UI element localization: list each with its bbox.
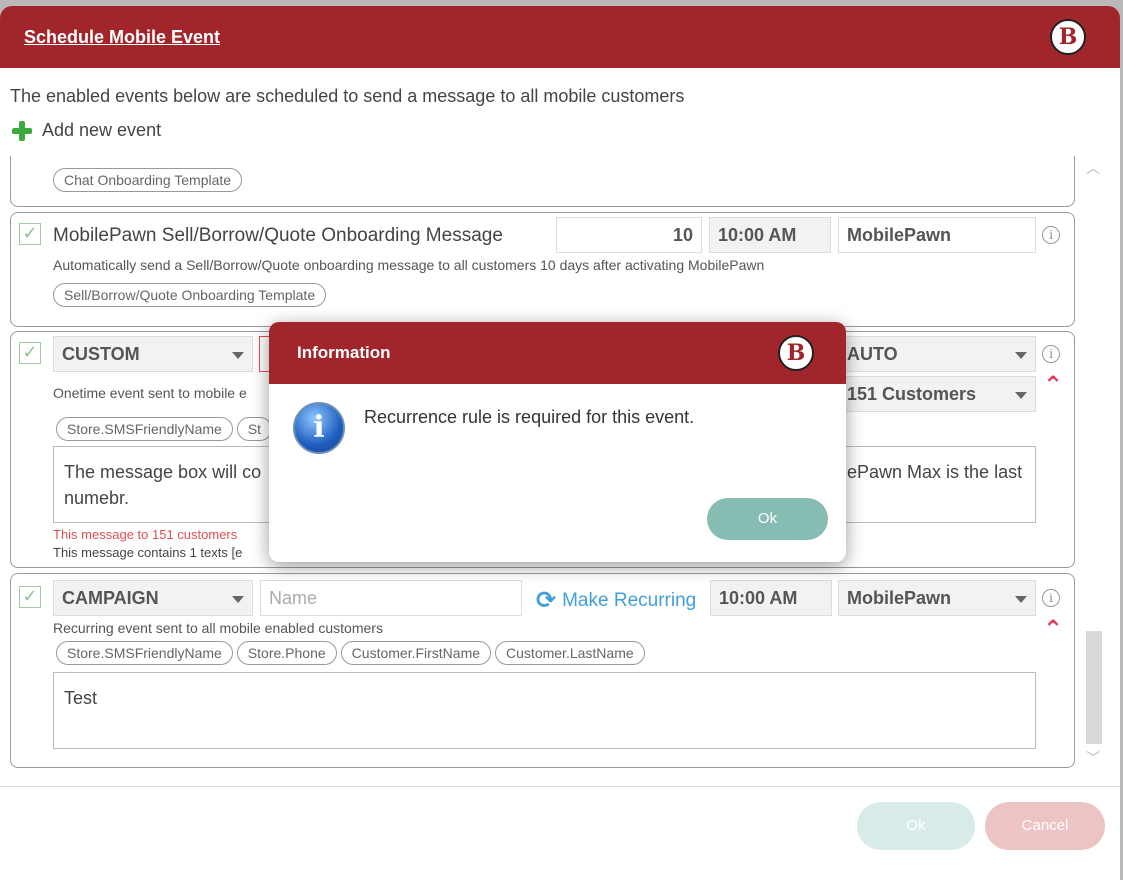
message-textarea[interactable]: Test xyxy=(53,672,1036,749)
days-field[interactable]: 10 xyxy=(556,217,702,253)
enable-checkbox[interactable]: ✓ xyxy=(19,342,41,364)
brand-logo-icon: B xyxy=(1050,19,1086,55)
plus-icon xyxy=(12,120,32,141)
dialog-message: Recurrence rule is required for this eve… xyxy=(364,407,695,427)
channel-select[interactable]: AUTO xyxy=(838,336,1036,372)
event-name-input[interactable]: Name xyxy=(260,580,522,616)
chevron-down-icon xyxy=(1015,392,1027,399)
chevron-down-icon xyxy=(232,596,244,603)
customers-select[interactable]: 151 Customers xyxy=(838,376,1036,412)
channel-select[interactable]: MobilePawn xyxy=(838,580,1036,616)
tag-chip[interactable]: Customer.LastName xyxy=(495,641,645,665)
event-name: MobilePawn Sell/Borrow/Quote Onboarding … xyxy=(53,225,503,246)
event-type-value: CUSTOM xyxy=(62,343,140,364)
message-text-left: The message box will co xyxy=(64,462,262,482)
event-card-chat-onboarding: Chat Onboarding Template xyxy=(10,156,1075,207)
message-text-line2: numebr. xyxy=(64,488,130,508)
list-scrollbar[interactable]: ︿ ﹀ xyxy=(1083,156,1103,770)
tag-chip[interactable]: Store.SMSFriendlyName xyxy=(56,417,233,441)
intro-text: The enabled events below are scheduled t… xyxy=(10,86,685,106)
enable-checkbox[interactable]: ✓ xyxy=(19,223,41,245)
window-titlebar: Schedule Mobile Event B xyxy=(0,6,1120,68)
info-icon[interactable]: i xyxy=(1042,589,1060,607)
info-icon[interactable]: i xyxy=(1042,226,1060,244)
time-field[interactable]: 10:00 AM xyxy=(709,217,831,253)
window-title: Schedule Mobile Event xyxy=(24,26,221,47)
cancel-button[interactable]: Cancel xyxy=(985,802,1105,850)
tag-chip[interactable]: Store.SMSFriendlyName xyxy=(56,641,233,665)
channel-value: AUTO xyxy=(847,343,898,364)
texts-info: This message contains 1 texts [e xyxy=(53,545,243,560)
scroll-up-icon[interactable]: ︿ xyxy=(1083,158,1103,178)
tag-chip[interactable]: Customer.FirstName xyxy=(340,641,492,665)
make-recurring-button[interactable]: ⟳ Make Recurring xyxy=(536,586,696,615)
delete-event-icon[interactable]: ⌃ xyxy=(1043,374,1063,398)
channel-field[interactable]: MobilePawn xyxy=(838,217,1036,253)
event-card-campaign: ✓ CAMPAIGN Name ⟳ Make Recurring 10:00 A… xyxy=(10,573,1075,768)
time-field[interactable]: 10:00 AM xyxy=(710,580,832,616)
event-type-value: CAMPAIGN xyxy=(62,587,159,608)
dialog-titlebar: Information B xyxy=(269,322,846,384)
event-description: Onetime event sent to mobile e xyxy=(53,385,247,401)
information-icon: i xyxy=(293,402,345,454)
tag-chip[interactable]: St xyxy=(236,417,273,441)
footer-divider xyxy=(0,786,1120,787)
event-card-sell-borrow-quote: ✓ MobilePawn Sell/Borrow/Quote Onboardin… xyxy=(10,212,1075,327)
info-icon[interactable]: i xyxy=(1042,345,1060,363)
dialog-title: Information xyxy=(297,343,391,362)
template-tag-sell-borrow-quote[interactable]: Sell/Borrow/Quote Onboarding Template xyxy=(53,283,327,307)
warning-text: This message to 151 customers xyxy=(53,527,238,542)
event-description: Recurring event sent to all mobile enabl… xyxy=(53,620,383,636)
tag-chip[interactable]: Store.Phone xyxy=(236,641,337,665)
add-new-event-label: Add new event xyxy=(42,120,162,140)
ok-button[interactable]: Ok xyxy=(857,802,975,850)
chevron-down-icon xyxy=(1015,352,1027,359)
chevron-down-icon xyxy=(232,352,244,359)
scroll-thumb[interactable] xyxy=(1086,631,1102,744)
template-tag-chat-onboarding[interactable]: Chat Onboarding Template xyxy=(53,168,243,192)
enable-checkbox[interactable]: ✓ xyxy=(19,586,41,608)
brand-logo-icon: B xyxy=(778,335,814,371)
event-type-select[interactable]: CUSTOM xyxy=(53,336,253,372)
event-type-select[interactable]: CAMPAIGN xyxy=(53,580,253,616)
customers-value: 151 Customers xyxy=(847,383,977,404)
dialog-ok-button[interactable]: Ok xyxy=(707,498,828,540)
add-new-event-button[interactable]: Add new event xyxy=(12,120,161,141)
chevron-down-icon xyxy=(1015,596,1027,603)
information-dialog: Information B i Recurrence rule is requi… xyxy=(269,322,846,562)
refresh-icon: ⟳ xyxy=(536,587,557,614)
delete-event-icon[interactable]: ⌃ xyxy=(1043,618,1063,642)
make-recurring-label: Make Recurring xyxy=(562,589,697,611)
message-text-right: ePawn Max is the last xyxy=(847,462,1023,482)
event-description: Automatically send a Sell/Borrow/Quote o… xyxy=(53,257,765,273)
scroll-down-icon[interactable]: ﹀ xyxy=(1083,748,1103,768)
channel-value: MobilePawn xyxy=(847,587,952,608)
